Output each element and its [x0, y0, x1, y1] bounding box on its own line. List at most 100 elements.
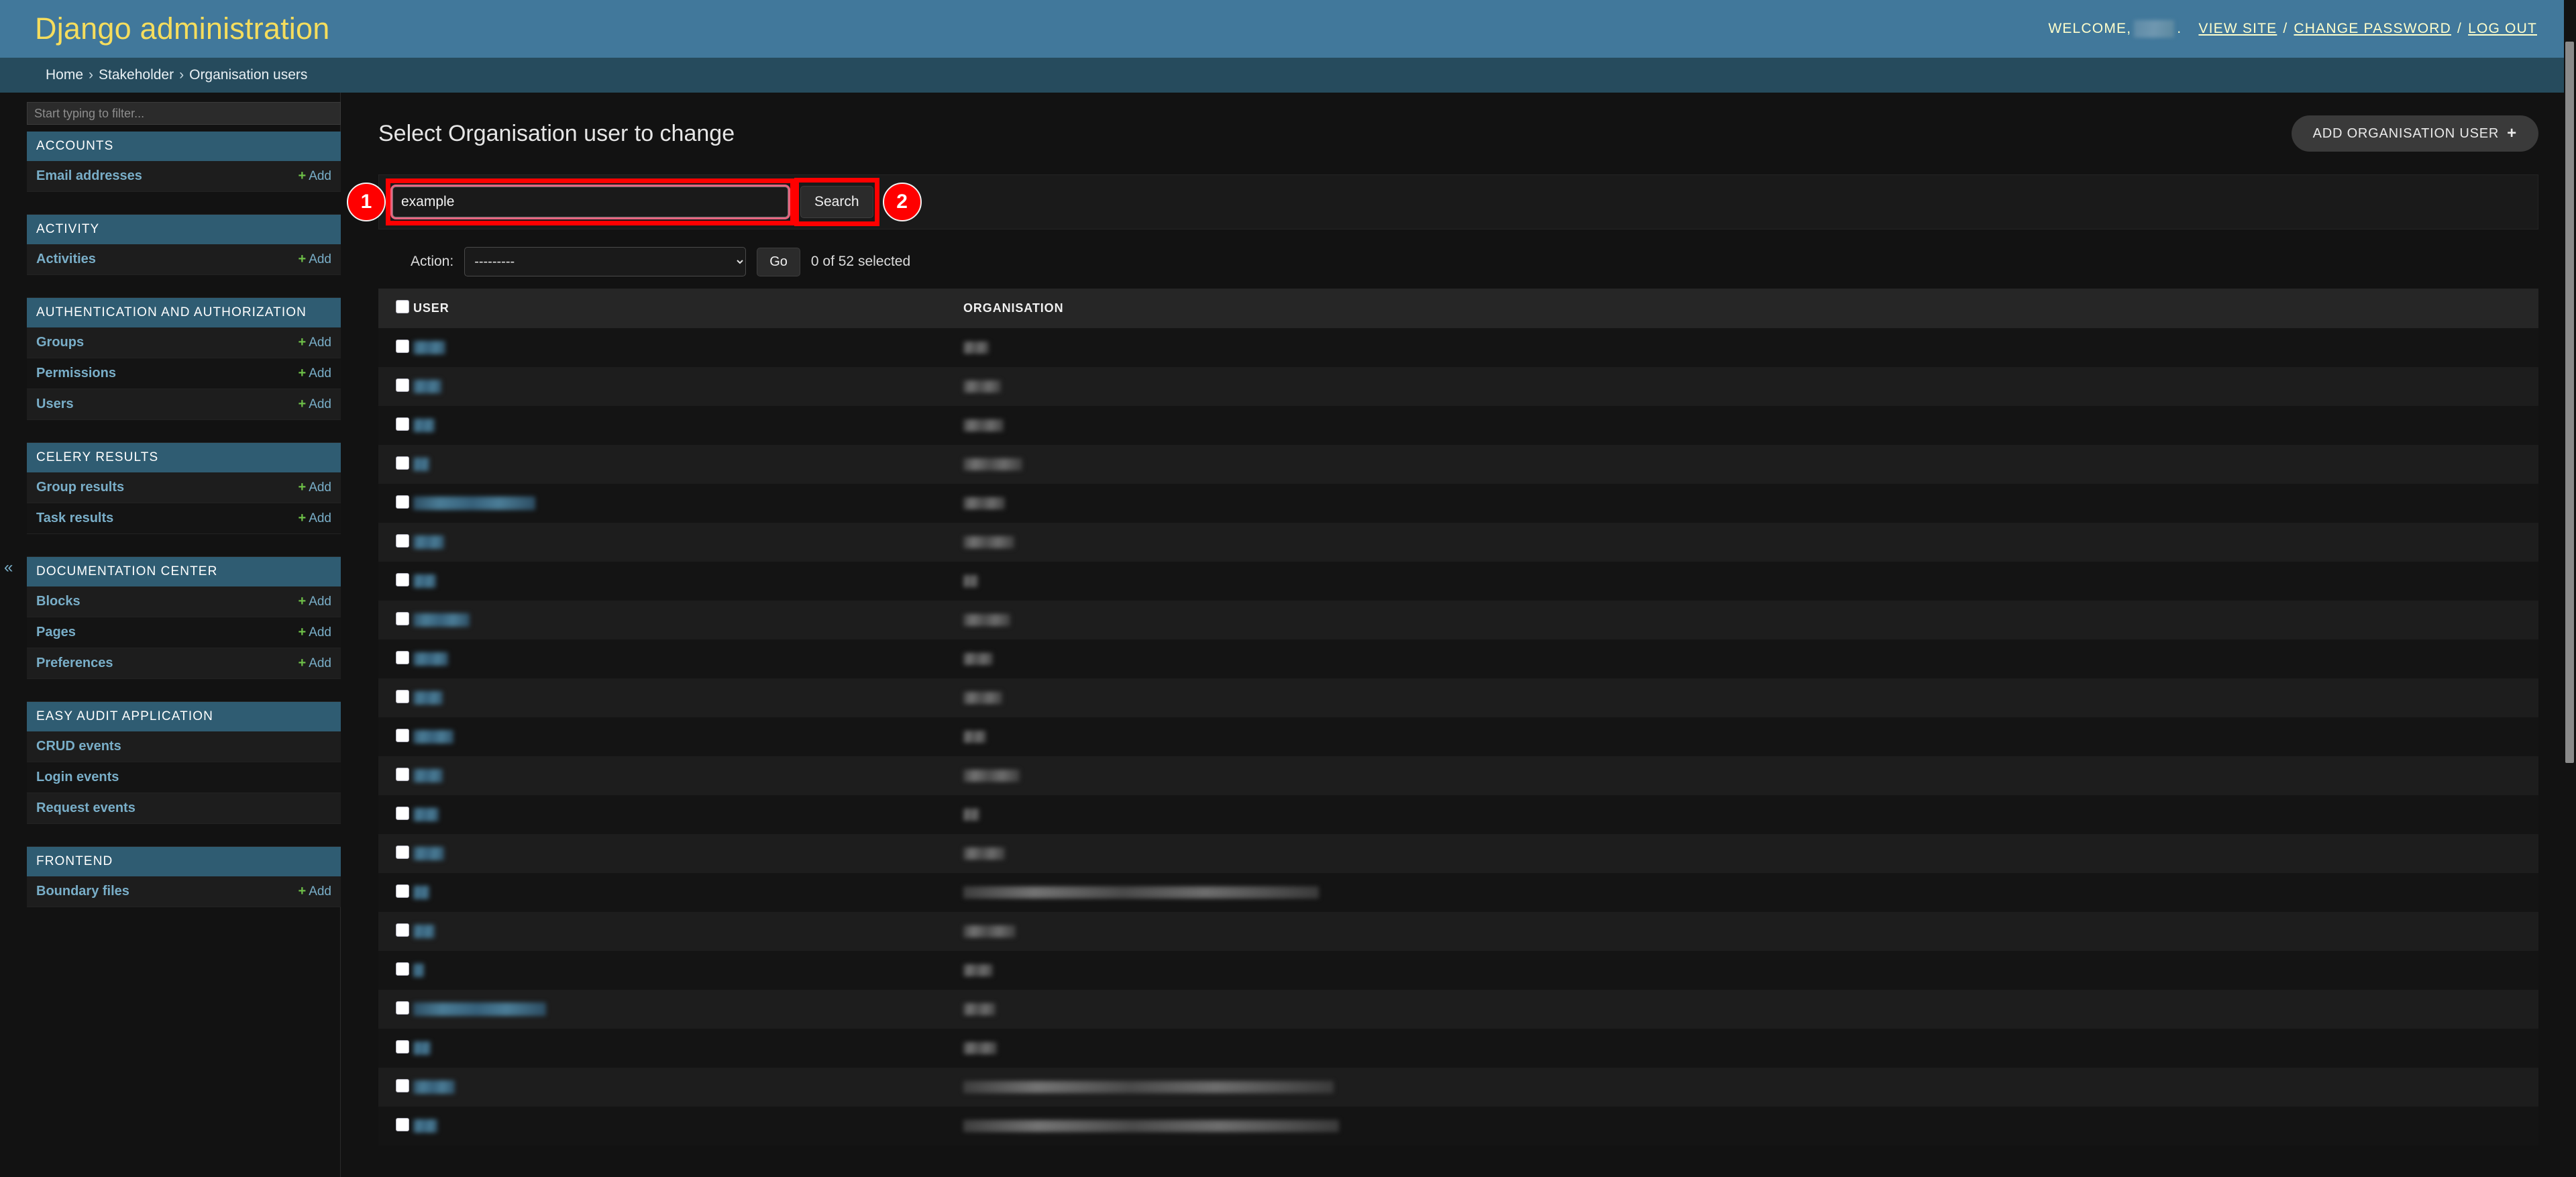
cell-user[interactable]	[407, 1107, 957, 1145]
sidebar-item-label[interactable]: Email addresses	[36, 168, 142, 184]
table-row[interactable]	[378, 406, 2538, 445]
table-row[interactable]	[378, 756, 2538, 795]
row-checkbox[interactable]	[396, 611, 409, 625]
table-row[interactable]	[378, 1107, 2538, 1145]
row-checkbox[interactable]	[396, 845, 409, 859]
sidebar-app-header[interactable]: AUTHENTICATION AND AUTHORIZATION	[27, 298, 341, 327]
cell-user[interactable]	[407, 756, 957, 795]
row-checkbox[interactable]	[396, 767, 409, 781]
sidebar-add-link[interactable]: + Add	[299, 625, 332, 640]
sidebar-add-link[interactable]: + Add	[299, 656, 332, 671]
row-checkbox[interactable]	[396, 495, 409, 509]
view-site-link[interactable]: VIEW SITE	[2198, 21, 2277, 37]
row-checkbox[interactable]	[396, 456, 409, 470]
row-checkbox[interactable]	[396, 1001, 409, 1015]
sidebar-item-request-events[interactable]: Request events	[27, 793, 341, 824]
sidebar-app-header[interactable]: DOCUMENTATION CENTER	[27, 557, 341, 586]
sidebar-item-preferences[interactable]: Preferences + Add	[27, 648, 341, 679]
sidebar-item-groups[interactable]: Groups + Add	[27, 327, 341, 358]
breadcrumb-item-home[interactable]: Home	[46, 67, 83, 83]
sidebar-item-activities[interactable]: Activities + Add	[27, 244, 341, 275]
table-row[interactable]	[378, 445, 2538, 484]
cell-user[interactable]	[407, 562, 957, 601]
cell-user[interactable]	[407, 795, 957, 834]
sidebar-app-header[interactable]: CELERY RESULTS	[27, 443, 341, 472]
sidebar-add-link[interactable]: + Add	[299, 511, 332, 526]
sidebar-add-link[interactable]: + Add	[299, 397, 332, 412]
table-row[interactable]	[378, 328, 2538, 367]
sidebar-item-blocks[interactable]: Blocks + Add	[27, 586, 341, 617]
row-checkbox[interactable]	[396, 650, 409, 664]
sidebar-item-label[interactable]: CRUD events	[36, 739, 121, 754]
log-out-link[interactable]: LOG OUT	[2468, 21, 2537, 37]
cell-user[interactable]	[407, 912, 957, 951]
cell-user[interactable]	[407, 951, 957, 990]
cell-user[interactable]	[407, 367, 957, 406]
row-checkbox[interactable]	[396, 884, 409, 898]
sidebar-app-header[interactable]: ACTIVITY	[27, 215, 341, 244]
table-row[interactable]	[378, 1029, 2538, 1068]
column-header-user[interactable]: USER	[407, 289, 957, 328]
table-row[interactable]	[378, 873, 2538, 912]
page-scrollbar-track[interactable]	[2564, 0, 2576, 1177]
select-all-checkbox[interactable]	[396, 300, 409, 313]
table-row[interactable]	[378, 562, 2538, 601]
row-checkbox[interactable]	[396, 339, 409, 353]
sidebar-item-pages[interactable]: Pages + Add	[27, 617, 341, 648]
row-checkbox[interactable]	[396, 962, 409, 976]
table-row[interactable]	[378, 601, 2538, 639]
cell-user[interactable]	[407, 601, 957, 639]
row-checkbox[interactable]	[396, 1039, 409, 1054]
sidebar-add-link[interactable]: + Add	[299, 480, 332, 495]
cell-user[interactable]	[407, 523, 957, 562]
sidebar-item-email-addresses[interactable]: Email addresses + Add	[27, 161, 341, 192]
sidebar-item-label[interactable]: Blocks	[36, 594, 80, 609]
row-checkbox[interactable]	[396, 728, 409, 742]
column-header-organisation[interactable]: ORGANISATION	[957, 289, 2538, 328]
sidebar-item-label[interactable]: Pages	[36, 625, 76, 640]
row-checkbox[interactable]	[396, 806, 409, 820]
sidebar-add-link[interactable]: + Add	[299, 335, 332, 350]
sidebar-item-group-results[interactable]: Group results + Add	[27, 472, 341, 503]
sidebar-item-label[interactable]: Request events	[36, 801, 136, 816]
sidebar-item-login-events[interactable]: Login events	[27, 762, 341, 793]
sidebar-item-label[interactable]: Boundary files	[36, 884, 129, 899]
sidebar-add-link[interactable]: + Add	[299, 594, 332, 609]
sidebar-app-header[interactable]: ACCOUNTS	[27, 132, 341, 161]
sidebar-item-label[interactable]: Activities	[36, 252, 96, 267]
sidebar-add-link[interactable]: + Add	[299, 252, 332, 267]
sidebar-item-permissions[interactable]: Permissions + Add	[27, 358, 341, 389]
cell-user[interactable]	[407, 484, 957, 523]
page-scrollbar-thumb[interactable]	[2565, 42, 2574, 763]
row-checkbox[interactable]	[396, 1078, 409, 1092]
row-checkbox[interactable]	[396, 572, 409, 586]
sidebar-item-label[interactable]: Groups	[36, 335, 84, 350]
sidebar-add-link[interactable]: + Add	[299, 366, 332, 381]
sidebar-item-boundary-files[interactable]: Boundary files + Add	[27, 876, 341, 907]
sidebar-filter-input[interactable]	[27, 102, 341, 125]
sidebar-app-header[interactable]: EASY AUDIT APPLICATION	[27, 702, 341, 731]
cell-user[interactable]	[407, 445, 957, 484]
table-row[interactable]	[378, 367, 2538, 406]
sidebar-item-label[interactable]: Task results	[36, 511, 113, 526]
change-password-link[interactable]: CHANGE PASSWORD	[2294, 21, 2451, 37]
table-row[interactable]	[378, 639, 2538, 678]
row-checkbox[interactable]	[396, 1117, 409, 1131]
table-row[interactable]	[378, 678, 2538, 717]
cell-user[interactable]	[407, 834, 957, 873]
cell-user[interactable]	[407, 678, 957, 717]
table-row[interactable]	[378, 795, 2538, 834]
sidebar-item-label[interactable]: Group results	[36, 480, 124, 495]
sidebar-item-label[interactable]: Permissions	[36, 366, 116, 381]
table-row[interactable]	[378, 912, 2538, 951]
table-row[interactable]	[378, 717, 2538, 756]
search-input[interactable]	[392, 187, 788, 217]
sidebar-add-link[interactable]: + Add	[299, 168, 332, 184]
add-organisation-user-button[interactable]: ADD ORGANISATION USER +	[2291, 115, 2538, 152]
table-row[interactable]	[378, 990, 2538, 1029]
sidebar-collapse-toggle-icon[interactable]: «	[4, 558, 13, 577]
sidebar-item-label[interactable]: Users	[36, 397, 74, 412]
row-checkbox[interactable]	[396, 689, 409, 703]
sidebar-app-header[interactable]: FRONTEND	[27, 847, 341, 876]
table-row[interactable]	[378, 1068, 2538, 1107]
